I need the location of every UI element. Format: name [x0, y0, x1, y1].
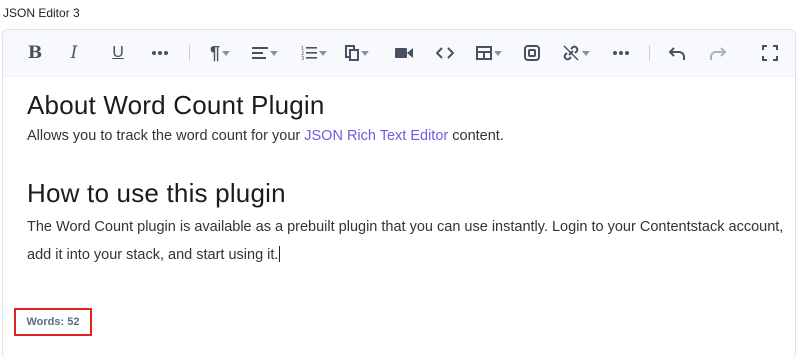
redo-icon: [710, 47, 727, 60]
json-rte-link[interactable]: JSON Rich Text Editor: [304, 128, 448, 144]
link-icon: [563, 45, 579, 61]
italic-icon: I: [70, 43, 78, 63]
italic-button[interactable]: I: [64, 40, 84, 66]
align-button[interactable]: [248, 40, 282, 66]
fullscreen-button[interactable]: [759, 40, 781, 66]
paragraph-about: Allows you to track the word count for y…: [27, 123, 787, 149]
paragraph-icon: ¶: [209, 42, 220, 63]
table-icon: [476, 46, 492, 60]
paragraph-button[interactable]: ¶: [205, 40, 235, 66]
heading-about: About Word Count Plugin: [27, 90, 325, 120]
list-icon: 123: [301, 46, 317, 61]
editor-content[interactable]: About Word Count Plugin Allows you to tr…: [27, 85, 787, 269]
editor-toolbar: B I U ¶ 123: [3, 30, 795, 77]
word-count-badge: Words: 52: [14, 308, 92, 336]
paragraph-text: Allows you to track the word count for y…: [27, 128, 305, 144]
list-button[interactable]: 123: [298, 40, 330, 66]
more-formatting-icon: [152, 51, 168, 55]
embed-icon: [524, 45, 540, 61]
heading-how-to: How to use this plugin: [27, 178, 286, 208]
svg-text:3: 3: [301, 56, 304, 61]
field-label: JSON Editor 3: [3, 6, 80, 20]
link-button[interactable]: [560, 40, 592, 66]
rich-text-editor[interactable]: B I U ¶ 123 About Word Count Plugin Allo…: [2, 29, 796, 359]
redo-button[interactable]: [707, 40, 729, 66]
more-formatting-button[interactable]: [148, 40, 172, 66]
copy-button[interactable]: [341, 40, 373, 66]
toolbar-separator: [649, 45, 650, 61]
undo-button[interactable]: [666, 40, 688, 66]
copy-icon: [345, 45, 359, 61]
word-count-text: Words: 52: [26, 316, 80, 328]
video-button[interactable]: [393, 40, 415, 66]
undo-icon: [668, 47, 685, 60]
underline-icon: U: [112, 44, 124, 61]
bold-button[interactable]: B: [25, 40, 45, 66]
embed-button[interactable]: [521, 40, 543, 66]
code-icon: [436, 47, 454, 59]
underline-button[interactable]: U: [108, 40, 128, 66]
code-button[interactable]: [433, 40, 457, 66]
bold-icon: B: [27, 43, 43, 63]
fullscreen-icon: [762, 45, 778, 61]
more-button[interactable]: [609, 40, 633, 66]
paragraph-text: content.: [448, 128, 504, 144]
toolbar-separator: [189, 45, 190, 61]
paragraph-text: The Word Count plugin is available as a …: [27, 219, 784, 263]
more-icon: [613, 51, 629, 55]
align-icon: [252, 47, 268, 59]
table-button[interactable]: [473, 40, 505, 66]
paragraph-how-to: The Word Count plugin is available as a …: [27, 213, 787, 269]
video-icon: [395, 48, 413, 58]
text-cursor: [279, 246, 281, 262]
